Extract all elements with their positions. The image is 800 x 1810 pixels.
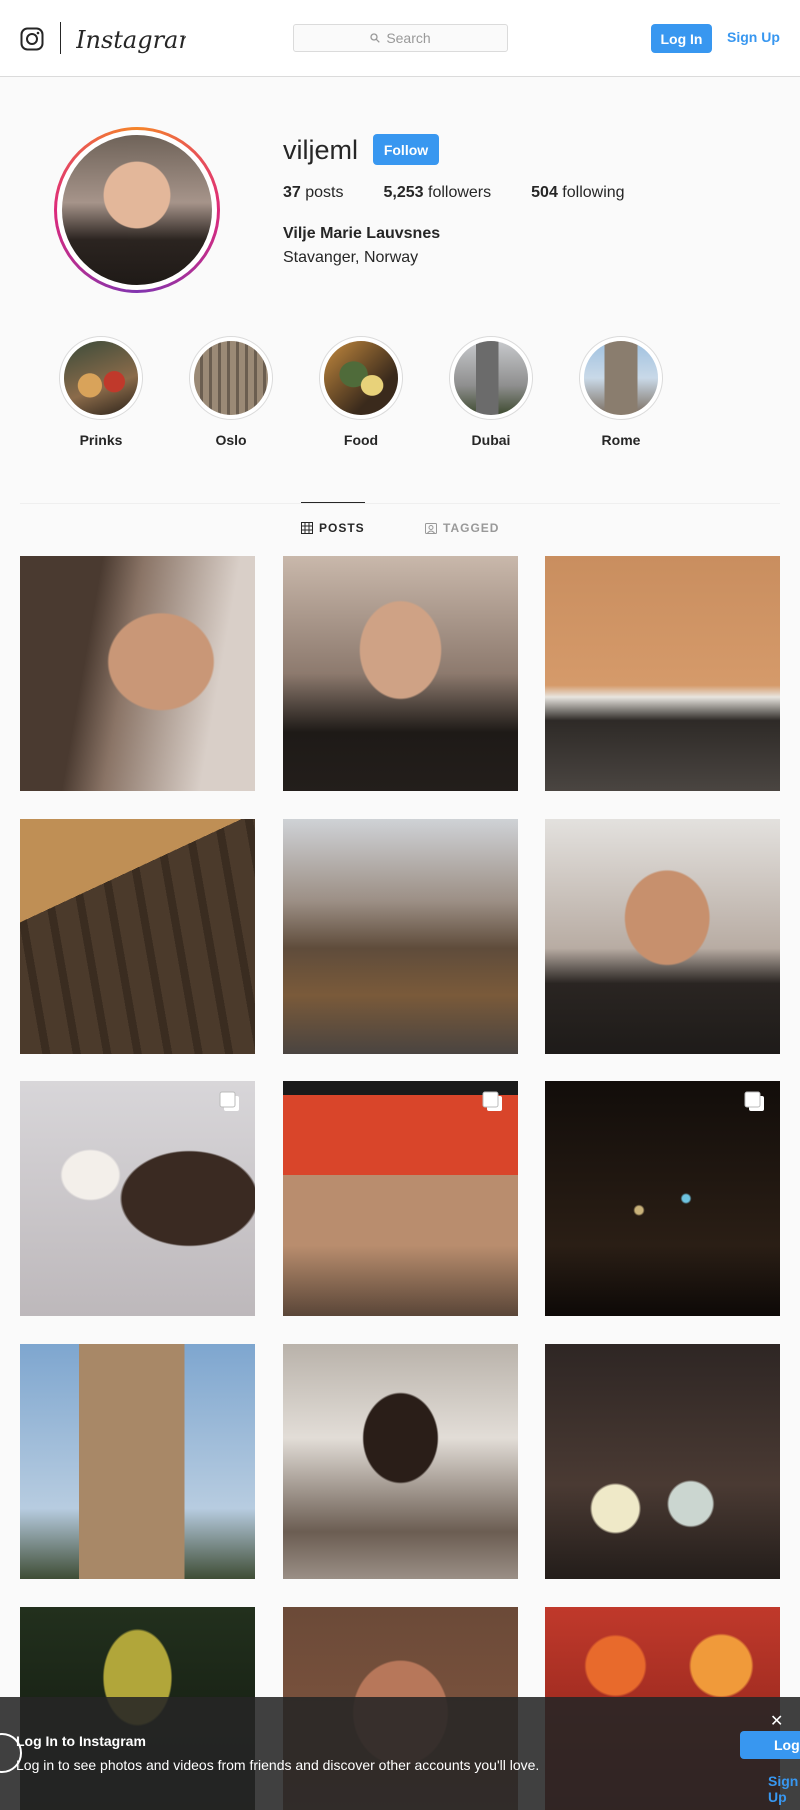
post-thumbnail[interactable] (283, 1081, 518, 1316)
brand-wordmark-text: Instagram (76, 26, 186, 54)
search-input[interactable]: Search (293, 24, 508, 52)
avatar-frame (57, 130, 217, 290)
instagram-logo-icon[interactable] (20, 27, 44, 51)
post-thumbnail[interactable] (20, 819, 255, 1054)
grid-icon (301, 522, 313, 534)
close-icon[interactable]: ✕ (770, 1711, 783, 1731)
profile-avatar-story-ring[interactable] (54, 127, 220, 293)
profile-full-name: Vilje Marie Lauvsnes (283, 225, 441, 242)
following-count: 504 (531, 184, 558, 201)
posts-stat: 37 posts (283, 184, 344, 202)
post-thumbnail[interactable] (283, 556, 518, 791)
brand-divider (60, 22, 61, 54)
highlight-cover-image (324, 341, 398, 415)
post-thumbnail[interactable] (545, 1344, 780, 1579)
active-tab-indicator (301, 502, 365, 503)
highlight-ring (189, 336, 273, 420)
posts-label: posts (305, 184, 344, 201)
highlight-label: Food (343, 432, 379, 448)
followers-stat[interactable]: 5,253 followers (384, 184, 492, 202)
highlight-cover-image (584, 341, 658, 415)
highlight-cover-image (454, 341, 528, 415)
tagged-icon (425, 523, 437, 534)
profile-username: viljeml (283, 135, 359, 165)
banner-title: Log In to Instagram (16, 1733, 146, 1749)
search-icon (370, 33, 381, 43)
tab-tagged[interactable]: TAGGED (425, 521, 499, 535)
highlight-ring (59, 336, 143, 420)
posts-count: 37 (283, 184, 301, 201)
post-thumbnail[interactable] (283, 819, 518, 1054)
post-thumbnail[interactable] (20, 1081, 255, 1316)
banner-signup-link[interactable]: Sign Up (768, 1773, 800, 1805)
login-button[interactable]: Log In (651, 24, 712, 53)
highlight-label: Rome (601, 432, 641, 448)
multiple-posts-icon (482, 1091, 502, 1111)
following-label: following (562, 184, 625, 201)
tab-posts[interactable]: POSTS (301, 521, 365, 535)
tab-posts-label: POSTS (319, 521, 365, 535)
highlight-label: Dubai (471, 432, 511, 448)
signup-link[interactable]: Sign Up (727, 29, 780, 45)
post-thumbnail[interactable] (545, 819, 780, 1054)
follow-button[interactable]: Follow (373, 134, 439, 165)
post-thumbnail[interactable] (545, 1081, 780, 1316)
highlight-cover-image (64, 341, 138, 415)
instagram-wordmark-logo[interactable]: Instagram (76, 20, 186, 60)
highlight-ring (319, 336, 403, 420)
highlight-oslo[interactable]: Oslo (189, 336, 273, 448)
banner-description: Log in to see photos and videos from fri… (16, 1757, 540, 1773)
highlight-rome[interactable]: Rome (579, 336, 663, 448)
profile-stats: 37 posts 5,253 followers 504 following (283, 184, 665, 202)
top-navigation-bar: Instagram Search Log In Sign Up (0, 0, 800, 77)
tabs-divider (20, 503, 780, 504)
post-thumbnail[interactable] (283, 1344, 518, 1579)
post-thumbnail[interactable] (545, 556, 780, 791)
search-placeholder: Search (386, 30, 431, 46)
profile-bio: Stavanger, Norway (283, 249, 419, 266)
highlight-ring (579, 336, 663, 420)
highlight-cover-image (194, 341, 268, 415)
following-stat[interactable]: 504 following (531, 184, 624, 202)
highlight-prinks[interactable]: Prinks (59, 336, 143, 448)
multiple-posts-icon (219, 1091, 239, 1111)
post-thumbnail[interactable] (20, 556, 255, 791)
followers-label: followers (428, 184, 492, 201)
banner-login-button[interactable]: Log In (740, 1731, 800, 1759)
highlight-ring (449, 336, 533, 420)
highlight-dubai[interactable]: Dubai (449, 336, 533, 448)
avatar (62, 135, 212, 285)
tab-tagged-label: TAGGED (443, 521, 500, 535)
highlight-label: Oslo (215, 432, 247, 448)
post-thumbnail[interactable] (20, 1344, 255, 1579)
followers-count: 5,253 (383, 184, 424, 201)
highlight-food[interactable]: Food (319, 336, 403, 448)
highlight-label: Prinks (79, 432, 123, 448)
multiple-posts-icon (744, 1091, 764, 1111)
login-prompt-banner: Log In to Instagram Log in to see photos… (0, 1697, 800, 1810)
